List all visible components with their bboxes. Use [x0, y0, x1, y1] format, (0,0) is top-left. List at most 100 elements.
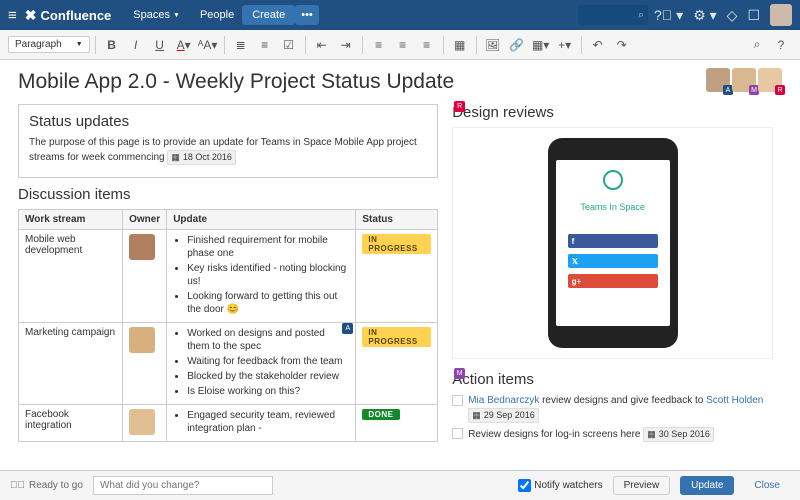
date-pill[interactable]: ▦29 Sep 2016 — [468, 408, 539, 423]
column-header: Update — [167, 210, 356, 230]
search-icon: ⌕ — [638, 9, 644, 22]
status-intro[interactable]: The purpose of this page is to provide a… — [29, 136, 427, 165]
table-row: Facebook integration Engaged security tea… — [19, 405, 438, 442]
link-button[interactable]: 🔗 — [506, 34, 528, 56]
workstream-cell[interactable]: Facebook integration — [19, 405, 123, 442]
collaborator-avatar[interactable]: M — [732, 68, 756, 92]
align-left-button[interactable]: ≡ — [368, 34, 390, 56]
status-cell[interactable]: IN PROGRESS — [356, 323, 438, 405]
inbox-icon[interactable]: ☐ — [747, 7, 760, 24]
list-item: Looking forward to getting this out the … — [187, 290, 349, 316]
action-list: Mia Bednarczyk review designs and give f… — [452, 394, 773, 442]
user-mention[interactable]: Scott Holden — [706, 395, 763, 406]
preview-button[interactable]: Preview — [613, 476, 671, 495]
status-badge: IN PROGRESS — [362, 234, 431, 254]
top-bar: ≡ ✖Confluence Spaces▼ People Create ••• … — [0, 0, 800, 30]
number-list-button[interactable]: ≡ — [254, 34, 276, 56]
align-center-button[interactable]: ≡ — [392, 34, 414, 56]
column-header: Owner — [123, 210, 167, 230]
more-format-button[interactable]: ᴬA▾ — [197, 34, 219, 56]
outdent-button[interactable]: ⇤ — [311, 34, 333, 56]
actions-heading: Action itemsM — [452, 371, 773, 388]
owner-cell[interactable] — [123, 230, 167, 323]
menu-icon[interactable]: ≡ — [8, 7, 17, 24]
google-button: g+ — [568, 274, 658, 288]
find-button[interactable]: ⌕ — [746, 34, 768, 56]
column-header: Status — [356, 210, 438, 230]
date-pill[interactable]: ▦30 Sep 2016 — [643, 427, 714, 442]
action-item[interactable]: Mia Bednarczyk review designs and give f… — [452, 394, 773, 423]
user-mention[interactable]: Mia Bednarczyk — [468, 395, 539, 406]
ready-status: ✓⃝Ready to go — [10, 480, 83, 491]
table-button[interactable]: ▦▾ — [530, 34, 552, 56]
editor-content: AMR Mobile App 2.0 - Weekly Project Stat… — [0, 60, 800, 470]
indent-button[interactable]: ⇥ — [335, 34, 357, 56]
workstream-cell[interactable]: Marketing campaign — [19, 323, 123, 405]
design-heading: Design reviewsR — [452, 104, 773, 121]
underline-button[interactable]: U — [149, 34, 171, 56]
close-button[interactable]: Close — [744, 477, 790, 494]
bullet-list-button[interactable]: ≣ — [230, 34, 252, 56]
task-list-button[interactable]: ☑ — [278, 34, 300, 56]
nav-spaces[interactable]: Spaces▼ — [125, 5, 188, 25]
list-item: Is Eloise working on this? — [187, 385, 349, 398]
page-title[interactable]: Mobile App 2.0 - Weekly Project Status U… — [18, 70, 782, 94]
table-row: Marketing campaign Worked on designs and … — [19, 323, 438, 405]
editor-toolbar: Paragraph▼ B I U A▾ ᴬA▾ ≣ ≡ ☑ ⇤ ⇥ ≡ ≡ ≡ … — [0, 30, 800, 60]
update-button[interactable]: Update — [680, 476, 734, 495]
status-cell[interactable]: DONE — [356, 405, 438, 442]
discussion-table: Work streamOwnerUpdateStatus Mobile web … — [18, 209, 438, 442]
layout-button[interactable]: ▦ — [449, 34, 471, 56]
design-panel: Teams In Space f 𝕏 g+ — [452, 127, 773, 359]
owner-cell[interactable] — [123, 323, 167, 405]
product-logo[interactable]: ✖ Confluence — [25, 7, 112, 24]
collaborator-avatar[interactable]: A — [706, 68, 730, 92]
list-item: Finished requirement for mobile phase on… — [187, 234, 349, 260]
status-badge: DONE — [362, 409, 399, 420]
workstream-cell[interactable]: Mobile web development — [19, 230, 123, 323]
italic-button[interactable]: I — [125, 34, 147, 56]
table-row: Mobile web development Finished requireme… — [19, 230, 438, 323]
confluence-icon: ✖ — [25, 7, 37, 24]
facebook-button: f — [568, 234, 658, 248]
twitter-button: 𝕏 — [568, 254, 658, 268]
status-heading: Status updates — [29, 113, 427, 130]
phone-mockup[interactable]: Teams In Space f 𝕏 g+ — [548, 138, 678, 348]
user-avatar[interactable] — [770, 4, 792, 26]
bold-button[interactable]: B — [101, 34, 123, 56]
insert-button[interactable]: +▾ — [554, 34, 576, 56]
help-icon[interactable]: ?⃝ ▾ — [654, 7, 683, 24]
owner-cell[interactable] — [123, 405, 167, 442]
change-comment-input[interactable] — [93, 476, 273, 495]
update-cell[interactable]: Finished requirement for mobile phase on… — [167, 230, 356, 323]
product-name: Confluence — [41, 8, 112, 23]
date-pill[interactable]: ▦18 Oct 2016 — [167, 150, 236, 165]
update-cell[interactable]: Engaged security team, reviewed integrat… — [167, 405, 356, 442]
discussion-heading: Discussion items — [18, 186, 438, 203]
settings-icon[interactable]: ⚙ ▾ — [693, 7, 716, 24]
chevron-down-icon: ▼ — [76, 41, 83, 48]
update-cell[interactable]: Worked on designs and posted them to the… — [167, 323, 356, 405]
redo-button[interactable]: ↷ — [611, 34, 633, 56]
notifications-icon[interactable]: ◇ — [727, 7, 738, 24]
paragraph-select[interactable]: Paragraph▼ — [8, 36, 90, 53]
action-item[interactable]: Review designs for log-in screens here ▦… — [452, 427, 773, 442]
checkbox-icon[interactable] — [452, 395, 463, 406]
column-header: Work stream — [19, 210, 123, 230]
text-color-button[interactable]: A▾ — [173, 34, 195, 56]
list-item: Blocked by the stakeholder review — [187, 370, 349, 383]
collaborators: AMR — [706, 68, 782, 92]
collaborator-avatar[interactable]: R — [758, 68, 782, 92]
status-cell[interactable]: IN PROGRESS — [356, 230, 438, 323]
image-button[interactable]: 🖼 — [482, 34, 504, 56]
checkbox-icon[interactable] — [452, 428, 463, 439]
help-button[interactable]: ? — [770, 34, 792, 56]
more-button[interactable]: ••• — [295, 5, 319, 25]
undo-button[interactable]: ↶ — [587, 34, 609, 56]
notify-watchers-checkbox[interactable]: Notify watchers — [518, 479, 602, 492]
nav-people[interactable]: People — [192, 5, 242, 25]
align-right-button[interactable]: ≡ — [416, 34, 438, 56]
list-item: Engaged security team, reviewed integrat… — [187, 409, 349, 435]
create-button[interactable]: Create — [242, 5, 295, 25]
collab-cursor: A — [342, 323, 353, 334]
